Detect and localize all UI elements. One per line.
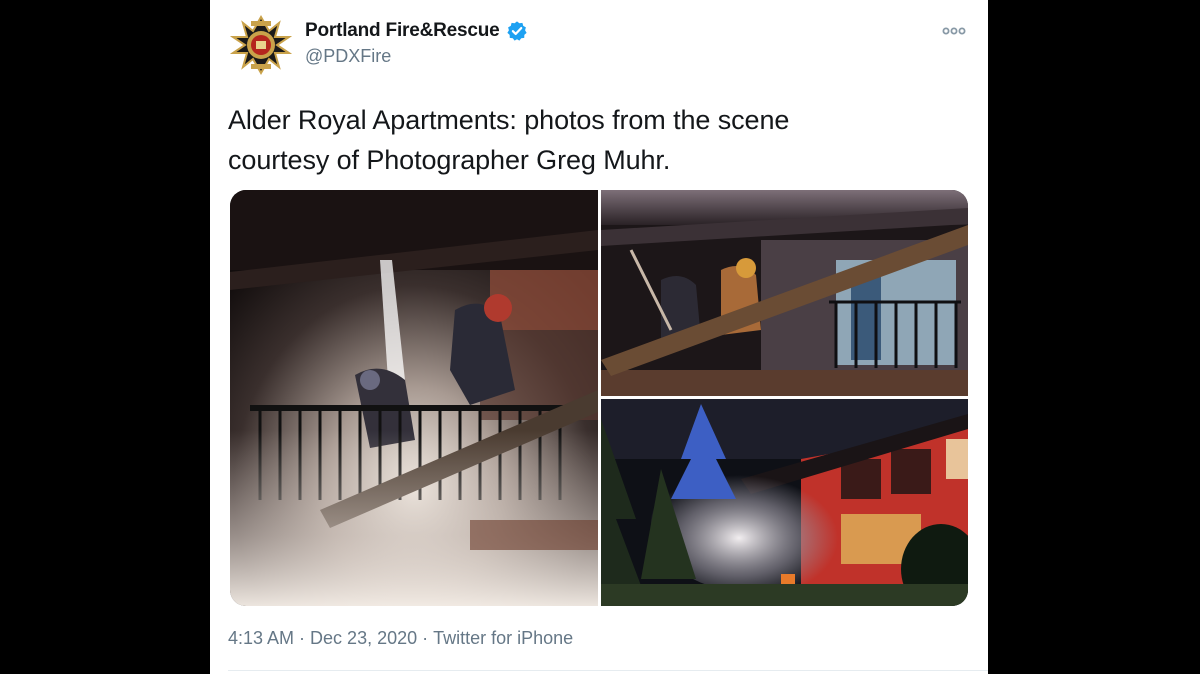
tweet-time[interactable]: 4:13 AM — [228, 628, 294, 649]
photo-red-building-smoke[interactable] — [601, 399, 968, 606]
divider — [228, 670, 988, 671]
author-handle[interactable]: @PDXFire — [305, 46, 391, 67]
tweet-source[interactable]: Twitter for iPhone — [433, 628, 573, 649]
display-name[interactable]: Portland Fire&Rescue — [305, 20, 500, 42]
meta-separator-2: · — [417, 628, 434, 648]
tweet-text-line-2: courtesy of Photographer Greg Muhr. — [228, 145, 671, 175]
photo-firefighters-ladder[interactable] — [601, 190, 968, 396]
media-grid — [230, 190, 968, 606]
author-name-row[interactable]: Portland Fire&Rescue — [305, 20, 528, 42]
tweet-text: Alder Royal Apartments: photos from the … — [228, 100, 968, 180]
more-options-icon[interactable] — [942, 24, 966, 38]
meta-separator-1: · — [294, 628, 311, 648]
tweet-card: Portland Fire&Rescue @PDXFire Alder Roya… — [210, 0, 988, 674]
tweet-date[interactable]: Dec 23, 2020 — [310, 628, 417, 649]
photo-firefighters-balcony[interactable] — [230, 190, 598, 606]
fire-department-logo-icon — [229, 13, 293, 77]
tweet-text-line-1: Alder Royal Apartments: photos from the … — [228, 105, 790, 135]
verified-badge-icon — [506, 21, 527, 41]
tweet-metadata: 4:13 AM · Dec 23, 2020 · Twitter for iPh… — [228, 628, 573, 649]
avatar[interactable] — [229, 13, 293, 77]
